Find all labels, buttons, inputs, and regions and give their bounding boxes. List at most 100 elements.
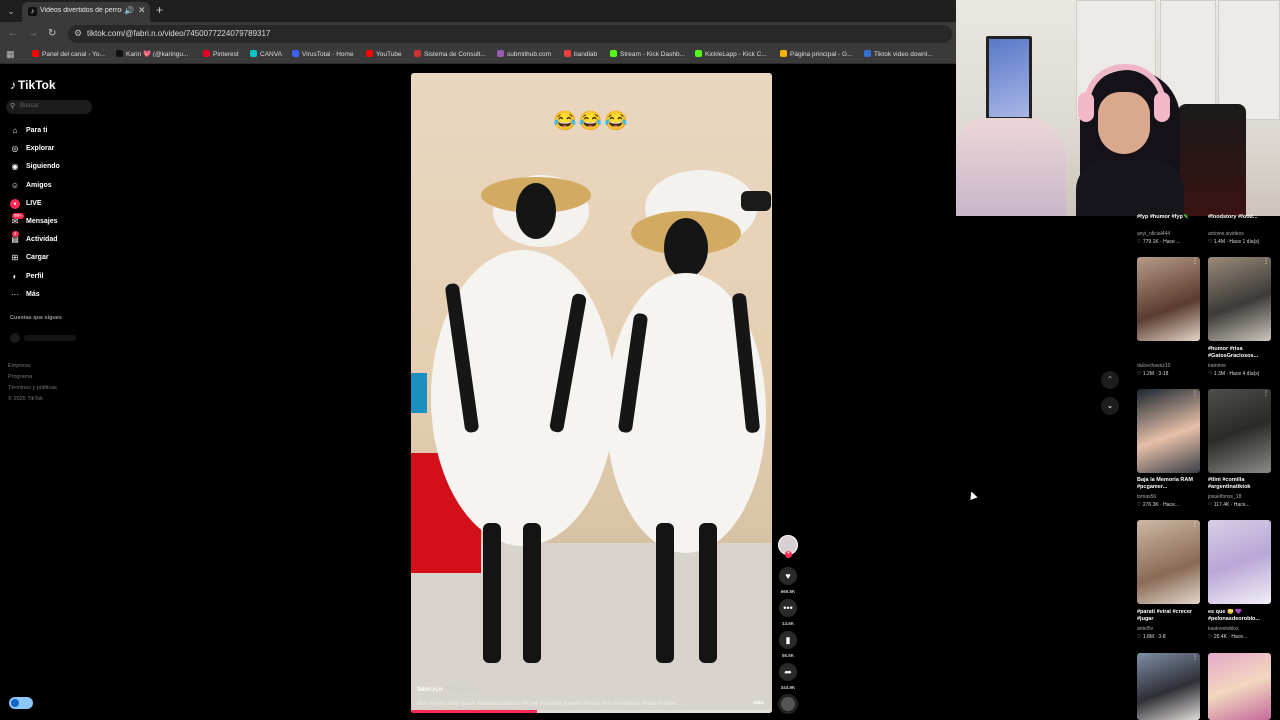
recommended-video-author[interactable]: dulcechavez10 xyxy=(1137,363,1203,369)
recommended-video-author[interactable]: anyi_oficial444 xyxy=(1137,231,1203,237)
recommended-video-author[interactable]: iramiore xyxy=(1208,363,1274,369)
forward-button[interactable]: → xyxy=(28,28,38,39)
theme-toggle[interactable] xyxy=(9,697,33,709)
footer-link[interactable]: Empresa xyxy=(8,363,30,369)
more-options-icon[interactable]: ⋮ xyxy=(1263,390,1269,397)
more-options-icon[interactable]: ⋮ xyxy=(1263,258,1269,265)
nav-item-siguiendo[interactable]: ◉ Siguiendo xyxy=(10,161,90,175)
author-name[interactable]: fabri.n.o xyxy=(417,686,443,693)
address-bar[interactable]: ⚙ tiktok.com/@fabri.n.o/video/7450077224… xyxy=(68,25,952,43)
more-options-icon[interactable]: ⋮ xyxy=(1192,521,1198,528)
bookmark-label: Panel del canal - Yo... xyxy=(42,51,105,58)
nav-item-live[interactable]: ● LIVE xyxy=(10,198,90,212)
friends-icon: ☺ xyxy=(10,180,20,190)
recommended-video-thumbnail[interactable]: ⋮ xyxy=(1137,653,1200,720)
recommended-video-title[interactable]: #humor #risa #GatosGraciosos... xyxy=(1208,346,1274,360)
nav-label: Actividad xyxy=(26,236,58,244)
nav-item-ms[interactable]: ··· Más xyxy=(10,289,90,303)
bookmark-item[interactable]: VirusTotal - Home xyxy=(292,50,354,60)
caption-more-button[interactable]: más xyxy=(753,700,764,706)
search-input[interactable]: ⚲ Buscar xyxy=(6,100,92,114)
comment-icon[interactable]: ••• xyxy=(779,599,797,617)
share-icon[interactable]: ➦ xyxy=(779,663,797,681)
close-tab-icon[interactable]: ✕ xyxy=(138,5,146,16)
bookmark-item[interactable]: Karin 💖 (@karingu... xyxy=(116,50,188,60)
new-tab-button[interactable]: + xyxy=(156,3,163,17)
bookmark-item[interactable]: CANVA xyxy=(250,50,282,60)
recommended-video-title[interactable]: #tiini #comilla #argentinatiktok xyxy=(1208,477,1274,491)
previous-video-button[interactable]: ⌃ xyxy=(1101,371,1119,389)
bookmark-item[interactable]: Sistema de Consult... xyxy=(414,50,486,60)
recommended-video-title[interactable]: #foodstory #food... xyxy=(1208,214,1274,221)
nav-item-explorar[interactable]: ◎ Explorar xyxy=(10,143,90,157)
nav-item-perfil[interactable]: ◐ Perfil xyxy=(10,271,90,285)
bookmark-item[interactable]: YouTube xyxy=(366,50,402,60)
like-heart-icon[interactable]: ♥ xyxy=(779,567,797,585)
tiktok-logo[interactable]: ♪ TikTok xyxy=(10,78,56,92)
bookmark-item[interactable]: Página principal - G... xyxy=(780,50,853,60)
recommended-video-author[interactable]: antel5v xyxy=(1137,626,1203,632)
bookmark-label: CANVA xyxy=(260,51,282,58)
music-disc-icon[interactable] xyxy=(778,694,798,714)
following-account[interactable] xyxy=(10,333,76,343)
bookmark-icon[interactable]: ▮ xyxy=(779,631,797,649)
apps-grid-icon[interactable]: ▦ xyxy=(6,49,15,60)
recommended-video-thumbnail[interactable]: ⋮ xyxy=(1208,520,1271,604)
video-author[interactable]: fabri.n.o · 2024-12-18 xyxy=(417,686,482,693)
video-player[interactable]: 😂😂😂 fabri.n.o · 2024-12-18 #dúo #perros … xyxy=(411,73,772,713)
bookmark-item[interactable]: Stream - Kick Dashb... xyxy=(610,50,685,60)
search-placeholder: Buscar xyxy=(20,103,39,109)
recommended-video-thumbnail[interactable]: ⋮ xyxy=(1208,257,1271,341)
recommended-video-thumbnail[interactable]: ⋮ xyxy=(1137,257,1200,341)
bookmark-item[interactable]: submithub.com xyxy=(497,50,551,60)
recommended-video-author[interactable]: kaolovetoblox xyxy=(1208,626,1274,632)
following-heading: Cuentas que sigues xyxy=(10,315,62,321)
footer-link[interactable]: Términos y políticas xyxy=(8,385,57,391)
nav-item-parati[interactable]: ⌂ Para ti xyxy=(10,125,90,139)
recommended-video-thumbnail[interactable]: ⋮ xyxy=(1137,520,1200,604)
more-options-icon[interactable]: ⋮ xyxy=(1263,654,1269,661)
bookmark-item[interactable]: Tiktok video downl... xyxy=(864,50,933,60)
nav-item-amigos[interactable]: ☺ Amigos xyxy=(10,180,90,194)
nav-label: Amigos xyxy=(26,181,52,189)
follow-plus-icon[interactable]: + xyxy=(785,551,792,558)
url-text[interactable]: tiktok.com/@fabri.n.o/video/745007722407… xyxy=(87,29,270,38)
bookmark-label: Página principal - G... xyxy=(790,51,853,58)
more-options-icon[interactable]: ⋮ xyxy=(1192,390,1198,397)
recommended-video-thumbnail[interactable]: ⋮ xyxy=(1208,653,1271,720)
recommended-video-title[interactable]: #fyp #humor #fyp🦎 xyxy=(1137,214,1203,221)
bookmark-item[interactable]: Panel del canal - Yo... xyxy=(32,50,105,60)
more-options-icon[interactable]: ⋮ xyxy=(1192,258,1198,265)
browser-tab[interactable]: ♪ Videos divertidos de perros 🔊 ✕ xyxy=(22,2,150,22)
bookmark-item[interactable]: Pinterest xyxy=(203,50,239,60)
bookmark-item[interactable]: KickleLapp - Kick C... xyxy=(695,50,767,60)
bookmark-label: bandlab xyxy=(574,51,598,58)
video-progress-bar[interactable] xyxy=(411,710,772,713)
back-button[interactable]: ← xyxy=(8,28,18,39)
nav-item-cargar[interactable]: ⊞ Cargar xyxy=(10,252,90,266)
tab-search-icon[interactable]: ⌄ xyxy=(4,4,18,18)
reload-button[interactable]: ↻ xyxy=(48,28,56,39)
site-info-icon[interactable]: ⚙ xyxy=(74,28,82,39)
bookmark-item[interactable]: bandlab xyxy=(564,50,597,60)
save-count: 55.5K xyxy=(781,653,794,658)
recommended-video-author[interactable]: josuelfonss_18 xyxy=(1208,494,1274,500)
recommended-video-author[interactable]: antoine.sivideos xyxy=(1208,231,1274,237)
video-date: · 2024-12-18 xyxy=(444,686,482,693)
more-options-icon[interactable]: ⋮ xyxy=(1192,654,1198,661)
next-video-button[interactable]: ⌄ xyxy=(1101,397,1119,415)
recommended-video-title[interactable]: #parati #viral #crecer #jugar xyxy=(1137,609,1203,623)
recommended-video-author[interactable]: tomas56 xyxy=(1137,494,1203,500)
nav-item-actividad[interactable]: ▤ Actividad 2 xyxy=(10,231,90,248)
recommended-video-thumbnail[interactable]: ⋮ xyxy=(1137,389,1200,473)
recommended-video-title[interactable]: Baja la Memoria RAM #pcgamer... xyxy=(1137,477,1203,491)
bookmark-label: Pinterest xyxy=(213,51,239,58)
recommended-video-title[interactable]: es que 😳 💜 #pelonasdeoroblo... xyxy=(1208,609,1274,623)
more-options-icon[interactable]: ⋮ xyxy=(1263,521,1269,528)
bookmark-label: Tiktok video downl... xyxy=(874,51,933,58)
footer-link[interactable]: Programa xyxy=(8,374,32,380)
audio-playing-icon[interactable]: 🔊 xyxy=(124,6,134,15)
nav-item-mensajes[interactable]: ✉ Mensajes 99+ xyxy=(10,213,90,230)
recommended-video-thumbnail[interactable]: ⋮ xyxy=(1208,389,1271,473)
emoji-overlay: 😂😂😂 xyxy=(553,111,630,132)
